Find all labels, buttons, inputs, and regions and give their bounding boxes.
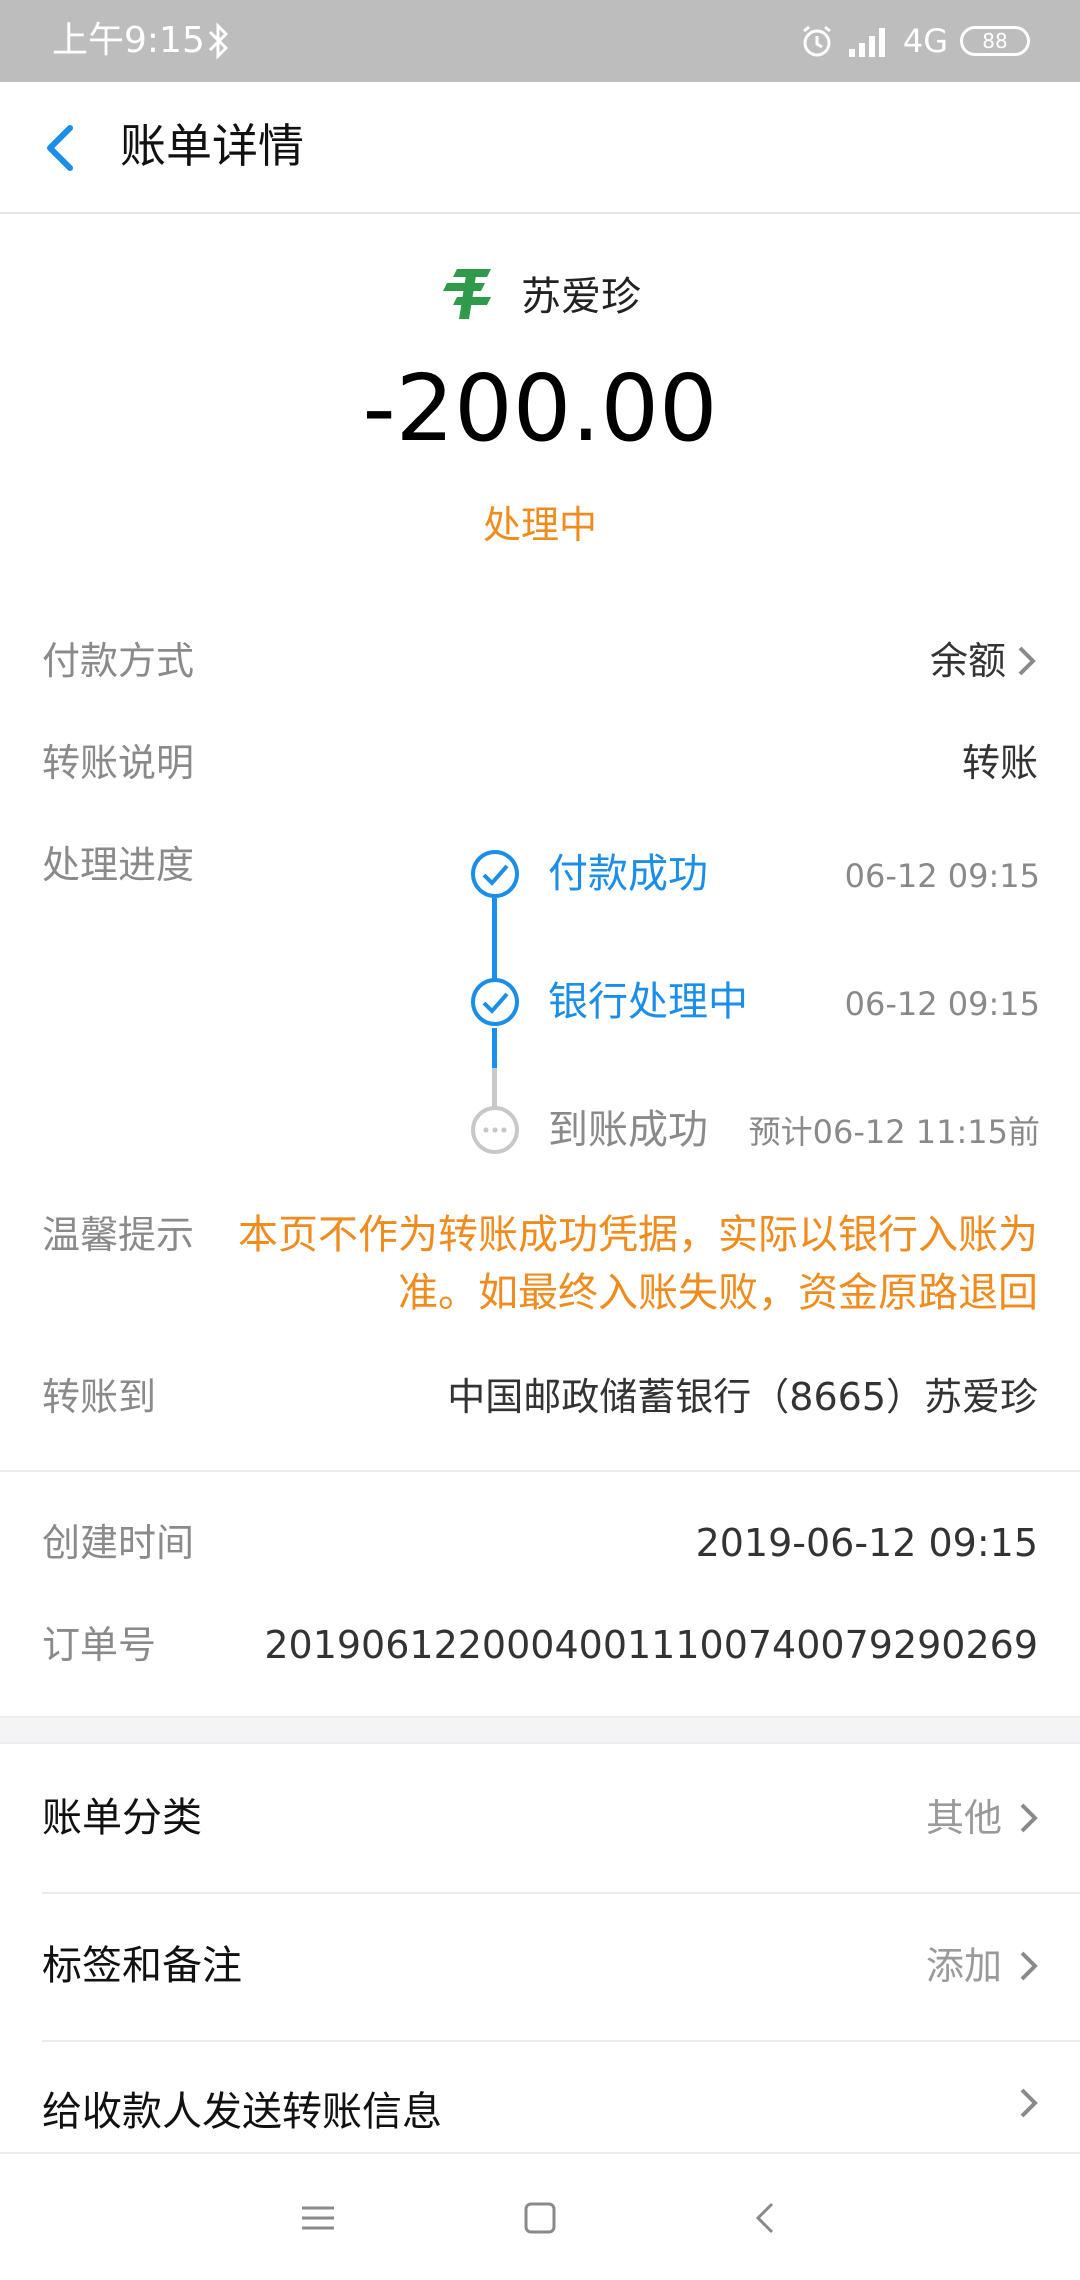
- progress-step-label: 银行处理中: [548, 979, 748, 1025]
- progress-step-time: 06-12 09:15: [844, 857, 1040, 895]
- check-circle-icon: [471, 978, 519, 1026]
- tags-notes-row[interactable]: 添加: [926, 1940, 1040, 1992]
- network-type: 4G: [902, 22, 948, 60]
- transaction-amount: -200.00: [362, 355, 718, 462]
- transfer-note-value: 转账: [961, 741, 1038, 785]
- progress-label: 处理进度: [42, 843, 195, 887]
- battery-indicator: 88: [960, 26, 1030, 56]
- transaction-status: 处理中: [482, 503, 597, 547]
- bluetooth-icon: [208, 22, 229, 60]
- home-icon[interactable]: [514, 2192, 566, 2244]
- back-icon[interactable]: [740, 2192, 792, 2244]
- progress-step-time: 预计06-12 11:15前: [748, 1113, 1040, 1151]
- divider: [42, 1892, 1080, 1894]
- back-arrow-icon[interactable]: [40, 122, 80, 174]
- progress-step-time: 06-12 09:15: [844, 985, 1040, 1023]
- chevron-right-icon: [1020, 1951, 1038, 1981]
- tip-text: 本页不作为转账成功凭据，实际以银行入账为准。如最终入账失败，资金原路退回: [238, 1212, 1038, 1316]
- payee: 苏爱珍: [0, 258, 1080, 328]
- progress-step-label: 到账成功: [548, 1107, 708, 1153]
- pending-circle-icon: [471, 1106, 519, 1154]
- transfer-to-label: 转账到: [42, 1375, 157, 1419]
- nav-header: 账单详情: [0, 82, 1080, 214]
- system-nav-bar: [0, 2152, 1080, 2280]
- section-separator: [0, 1716, 1080, 1744]
- created-time-value: 2019-06-12 09:15: [695, 1521, 1038, 1565]
- chevron-right-icon: [1020, 1803, 1038, 1833]
- send-transfer-info-row[interactable]: [1018, 2086, 1040, 2120]
- order-number-value: 20190612200040011100740079290269: [264, 1623, 1038, 1667]
- bill-category-value: 其他: [925, 1796, 1002, 1840]
- china-post-logo: [443, 269, 491, 319]
- tip-label: 温馨提示: [42, 1213, 195, 1257]
- check-circle-icon: [471, 850, 519, 898]
- tags-notes-label: 标签和备注: [42, 1943, 242, 1989]
- created-time-label: 创建时间: [42, 1521, 195, 1565]
- status-time: 上午9:15: [52, 20, 205, 61]
- payment-method-row[interactable]: 余额: [930, 636, 1038, 686]
- alarm-icon: [802, 25, 831, 57]
- signal-icon: [848, 28, 885, 57]
- send-transfer-info-label: 给收款人发送转账信息: [42, 2089, 442, 2135]
- bill-summary: 苏爱珍 -200.00 处理中: [0, 214, 1080, 594]
- divider: [0, 1470, 1080, 1472]
- divider: [42, 2040, 1080, 2042]
- chevron-right-icon: [1018, 646, 1036, 676]
- timeline-connector: [492, 1028, 497, 1068]
- page-title: 账单详情: [120, 119, 304, 173]
- transfer-to-value: 中国邮政储蓄银行（8665）苏爱珍: [447, 1375, 1038, 1419]
- chevron-right-icon: [1020, 2088, 1038, 2118]
- menu-icon[interactable]: [292, 2192, 344, 2244]
- bill-category-label: 账单分类: [42, 1795, 202, 1841]
- progress-step-label: 付款成功: [548, 851, 708, 897]
- tags-notes-value: 添加: [925, 1944, 1002, 1988]
- order-number-label: 订单号: [42, 1623, 157, 1667]
- transfer-note-label: 转账说明: [42, 741, 195, 785]
- payee-name: 苏爱珍: [521, 274, 641, 320]
- status-bar: 上午9:15 4G 88: [0, 0, 1080, 82]
- payment-method-label: 付款方式: [42, 639, 195, 683]
- bill-category-row[interactable]: 其他: [926, 1792, 1040, 1844]
- payment-method-value: 余额: [929, 639, 1006, 683]
